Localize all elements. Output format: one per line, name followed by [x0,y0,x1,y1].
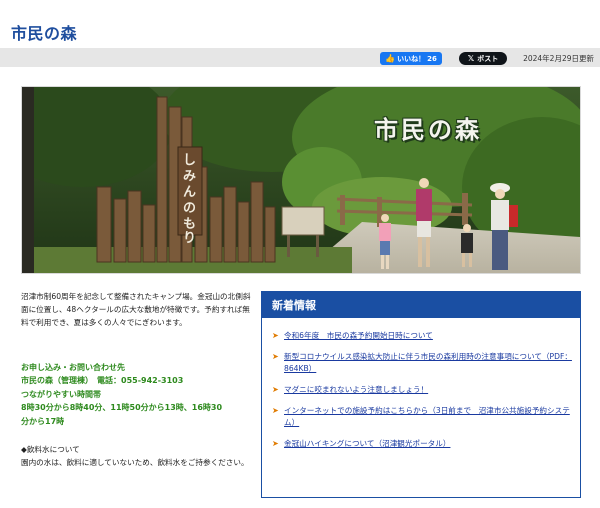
contact-phone: 市民の森（管理棟） 電話：055-942-3103 [21,376,184,386]
svg-text:ん: ん [183,185,196,200]
svg-text:り: り [183,231,196,246]
contact-hours: 8時30分から8時40分、11時50分から13時、16時30 [21,403,223,413]
news-link[interactable]: 令和6年度 市民の森予約開始日時について [284,330,574,342]
x-post-button[interactable]: 𝕏 ポスト [459,52,507,65]
contact-hours-cont: 分から17時 [21,416,65,426]
like-label: いいね！ [397,54,426,63]
news-link[interactable]: マダニに咬まれないよう注意しましょう！ [284,384,574,396]
water-text: 園内の水は、飲料に適していないため、飲料水をご持参ください。 [21,458,249,467]
news-item: ➤ 令和6年度 市民の森予約開始日時について [272,330,580,342]
hero-title: 市民の森 [374,116,482,144]
arrow-right-icon: ➤ [272,439,279,448]
page-title: 市民の森 [11,24,78,43]
news-link[interactable]: 新型コロナウイルス感染拡大防止に伴う市民の森利用時の注意事項について（PDF：8… [284,351,574,375]
svg-text:し: し [183,153,196,168]
updated-date: 2024年2月29日更新 [523,54,594,63]
news-item: ➤ インターネットでの施設予約はこちらから（3日前まで 沼津市公共施設予約システ… [272,405,580,429]
water-heading: ◆飲料水について [21,445,80,454]
news-link[interactable]: インターネットでの施設予約はこちらから（3日前まで 沼津市公共施設予約システム） [284,405,574,429]
news-list: ➤ 令和6年度 市民の森予約開始日時について ➤ 新型コロナウイルス感染拡大防止… [262,318,580,450]
hero-image: し み ん の も り 市民の森 [21,86,581,274]
news-panel: 新着情報 ➤ 令和6年度 市民の森予約開始日時について ➤ 新型コロナウイルス感… [261,291,581,498]
contact-heading: お申し込み・お問い合わせ先 [21,363,125,372]
x-logo-icon: 𝕏 [467,54,475,63]
thumbs-up-icon: 👍 [385,53,396,63]
arrow-right-icon: ➤ [272,331,279,340]
facebook-like-button[interactable]: 👍 いいね！ 26 [380,52,442,65]
svg-text:み: み [183,169,196,184]
share-bar [0,48,600,67]
arrow-right-icon: ➤ [272,406,279,415]
like-count: 26 [427,54,437,63]
news-link[interactable]: 金冠山ハイキングについて（沼津観光ポータル） [284,438,574,450]
news-item: ➤ 金冠山ハイキングについて（沼津観光ポータル） [272,438,580,450]
svg-text:の: の [183,201,196,216]
water-notice: ◆飲料水について 園内の水は、飲料に適していないため、飲料水をご持参ください。 [21,443,261,469]
intro-text: 沼津市制60周年を記念して整備されたキャンプ場。金冠山の北側斜面に位置し、48ヘ… [21,292,251,327]
contact-hours-heading: つながりやすい時間帯 [21,389,101,399]
arrow-right-icon: ➤ [272,385,279,394]
post-label: ポスト [477,54,499,63]
news-heading: 新着情報 [262,292,580,318]
news-item: ➤ マダニに咬まれないよう注意しましょう！ [272,384,580,396]
arrow-right-icon: ➤ [272,352,279,361]
contact-info: お申し込み・お問い合わせ先 市民の森（管理棟） 電話：055-942-3103 … [21,361,261,428]
svg-text:も: も [183,217,196,232]
news-item: ➤ 新型コロナウイルス感染拡大防止に伴う市民の森利用時の注意事項について（PDF… [272,351,580,375]
